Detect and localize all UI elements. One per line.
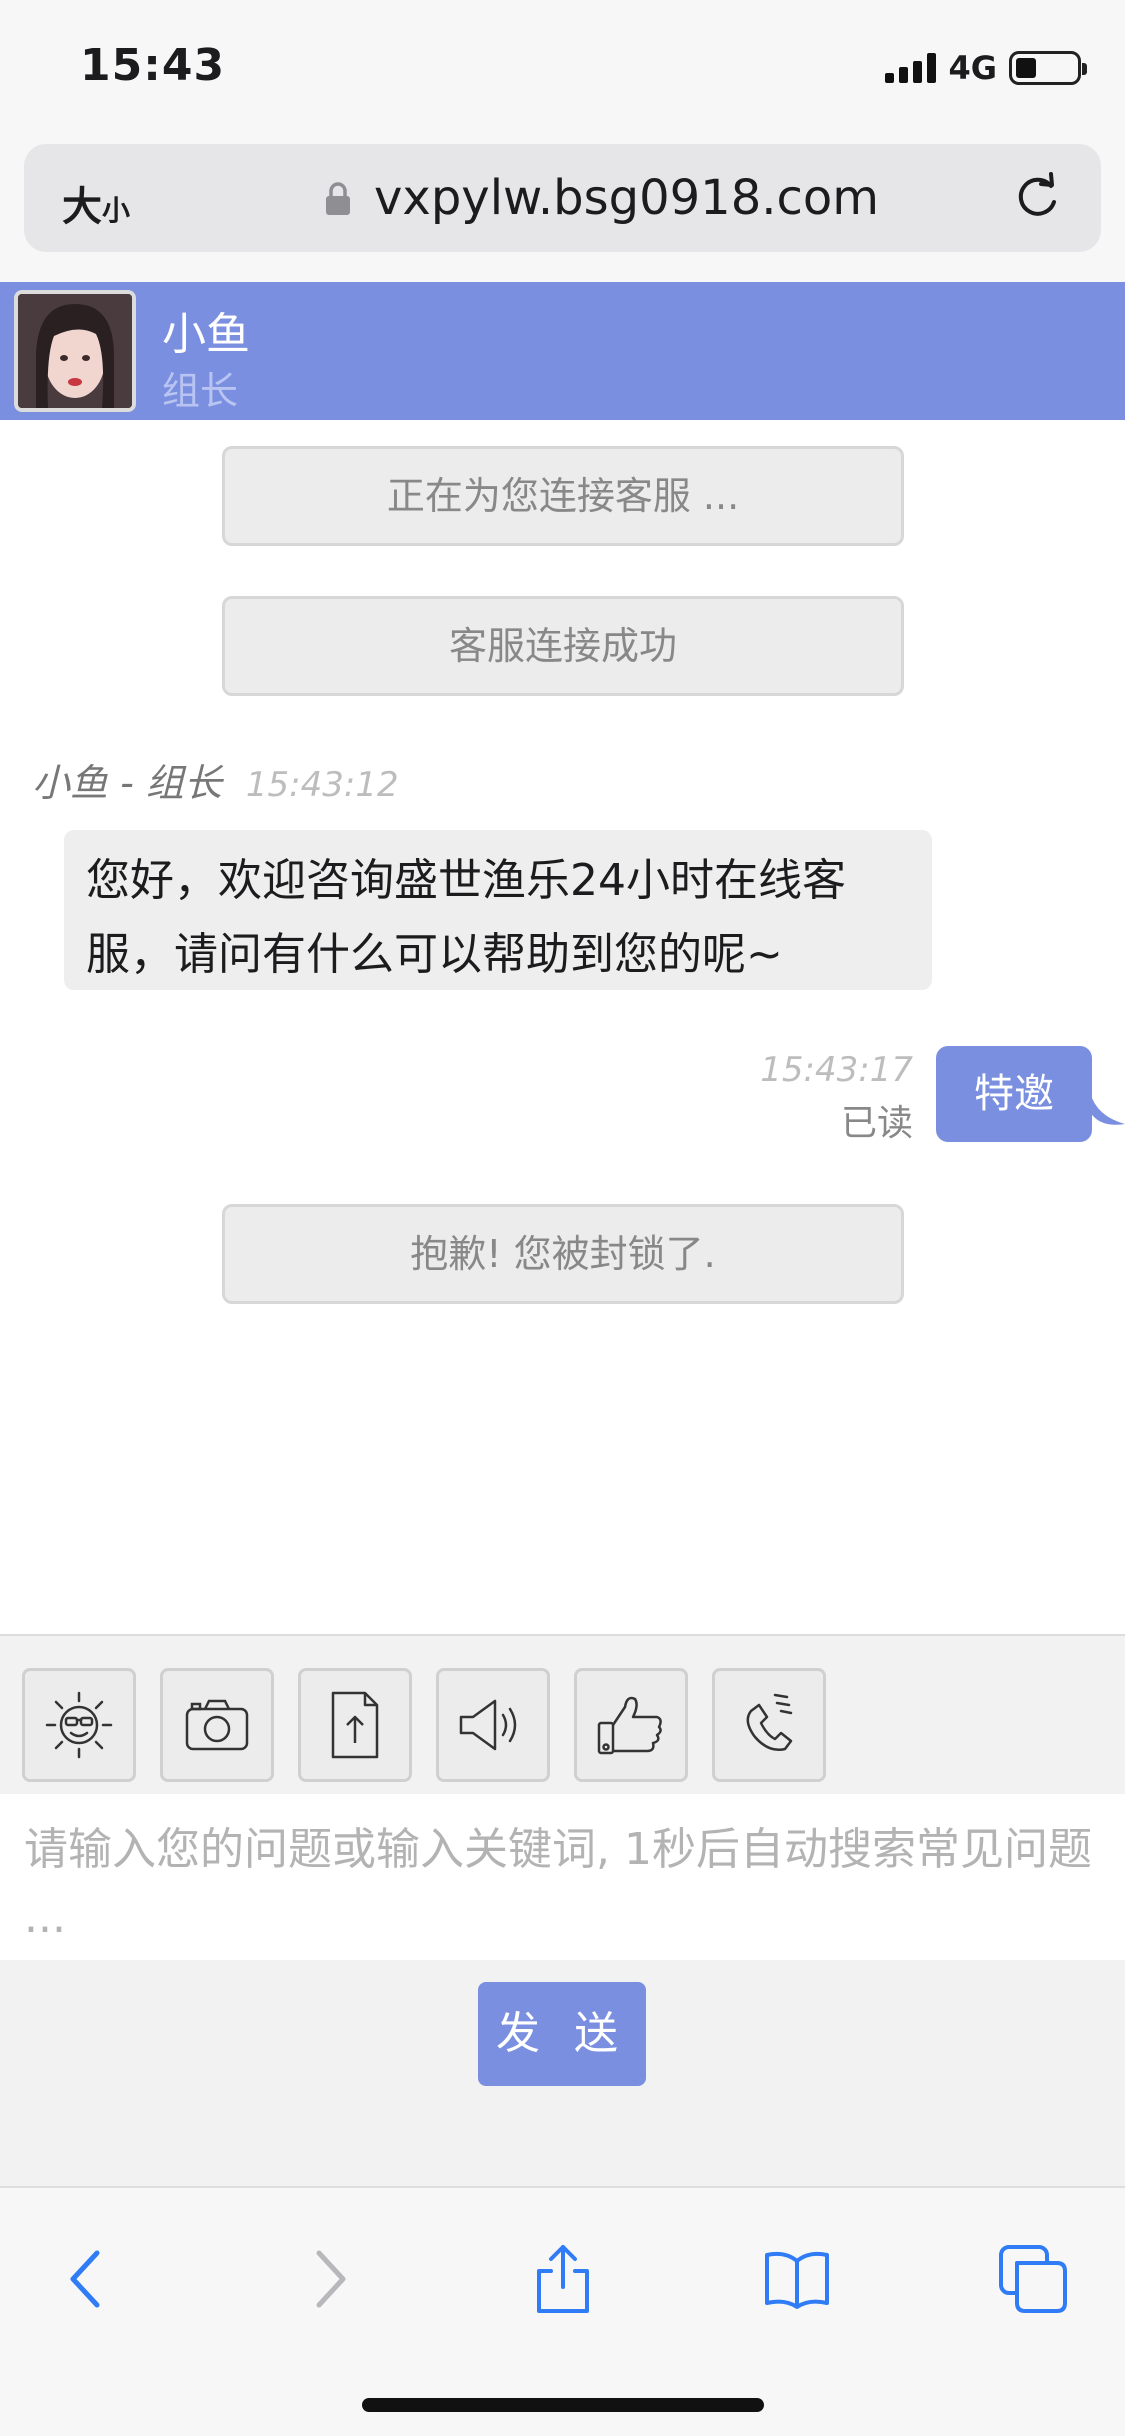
thumbs-up-icon [597, 1696, 662, 1755]
voice-button[interactable] [436, 1668, 550, 1782]
forward-icon [316, 2250, 346, 2308]
forward-button[interactable] [284, 2234, 374, 2324]
tabs-icon [999, 2245, 1067, 2313]
text-size-button[interactable]: 大小 [62, 174, 130, 232]
voice-icon [459, 1699, 517, 1751]
agent-name: 小鱼 [162, 309, 250, 360]
incoming-message: 您好，欢迎咨询盛世渔乐24小时在线客服，请问有什么可以帮助到您的呢~ [64, 830, 932, 990]
bookmarks-icon [765, 2251, 829, 2309]
outgoing-time: 15:43:17 [760, 1050, 913, 1090]
notice-connecting: 正在为您连接客服 ... [222, 446, 904, 546]
notice-connected: 客服连接成功 [222, 596, 904, 696]
signal-icon [885, 53, 937, 83]
tabs-button[interactable] [988, 2234, 1078, 2324]
camera-icon [185, 1699, 249, 1751]
chat-toolbar [0, 1634, 1125, 1794]
file-upload-button[interactable] [298, 1668, 412, 1782]
battery-icon [1009, 51, 1087, 85]
bubble-tail [1090, 1092, 1125, 1125]
avatar-image [18, 294, 132, 408]
status-time: 15:43 [80, 40, 226, 91]
back-icon [70, 2250, 100, 2308]
message-input-area [0, 1794, 1125, 1960]
outgoing-message: 特邀 [936, 1046, 1092, 1142]
emoji-button[interactable] [22, 1668, 136, 1782]
status-indicators: 4G [885, 48, 1087, 88]
incoming-sender: 小鱼 - 组长 [32, 761, 222, 805]
outgoing-read-status: 已读 [840, 1103, 913, 1144]
notice-blocked: 抱歉! 您被封锁了. [222, 1204, 904, 1304]
browser-bottom-nav [0, 2186, 1125, 2436]
message-input[interactable] [0, 1794, 1125, 1960]
send-button[interactable]: 发 送 [478, 1982, 646, 2086]
lock-icon [326, 182, 350, 215]
share-icon [537, 2245, 589, 2313]
phone-icon [746, 1693, 793, 1751]
reload-icon[interactable] [1011, 172, 1063, 224]
share-button[interactable] [518, 2234, 608, 2324]
text-size-large: 大 [62, 184, 102, 230]
url-bar[interactable]: 大小 vxpylw.bsg0918.com [24, 144, 1101, 252]
network-label: 4G [948, 49, 997, 87]
incoming-time: 15:43:12 [245, 765, 399, 805]
chat-header: 小鱼 组长 [0, 282, 1125, 420]
emoji-icon [45, 1691, 113, 1759]
browser-toolbar: 大小 vxpylw.bsg0918.com [0, 140, 1125, 282]
incoming-meta: 小鱼 - 组长 15:43:12 [32, 752, 399, 807]
battery-fill [1016, 58, 1036, 78]
thumbs-up-button[interactable] [574, 1668, 688, 1782]
bookmarks-button[interactable] [752, 2234, 842, 2324]
agent-role: 组长 [162, 369, 239, 413]
home-indicator [362, 2398, 764, 2412]
phone-button[interactable] [712, 1668, 826, 1782]
avatar [14, 290, 136, 412]
back-button[interactable] [42, 2234, 132, 2324]
camera-button[interactable] [160, 1668, 274, 1782]
send-area: 发 送 [0, 1960, 1125, 2186]
text-size-small: 小 [102, 194, 131, 227]
file-upload-icon [331, 1691, 379, 1759]
url-text[interactable]: vxpylw.bsg0918.com [374, 170, 879, 226]
status-bar: 15:43 4G [0, 0, 1125, 140]
